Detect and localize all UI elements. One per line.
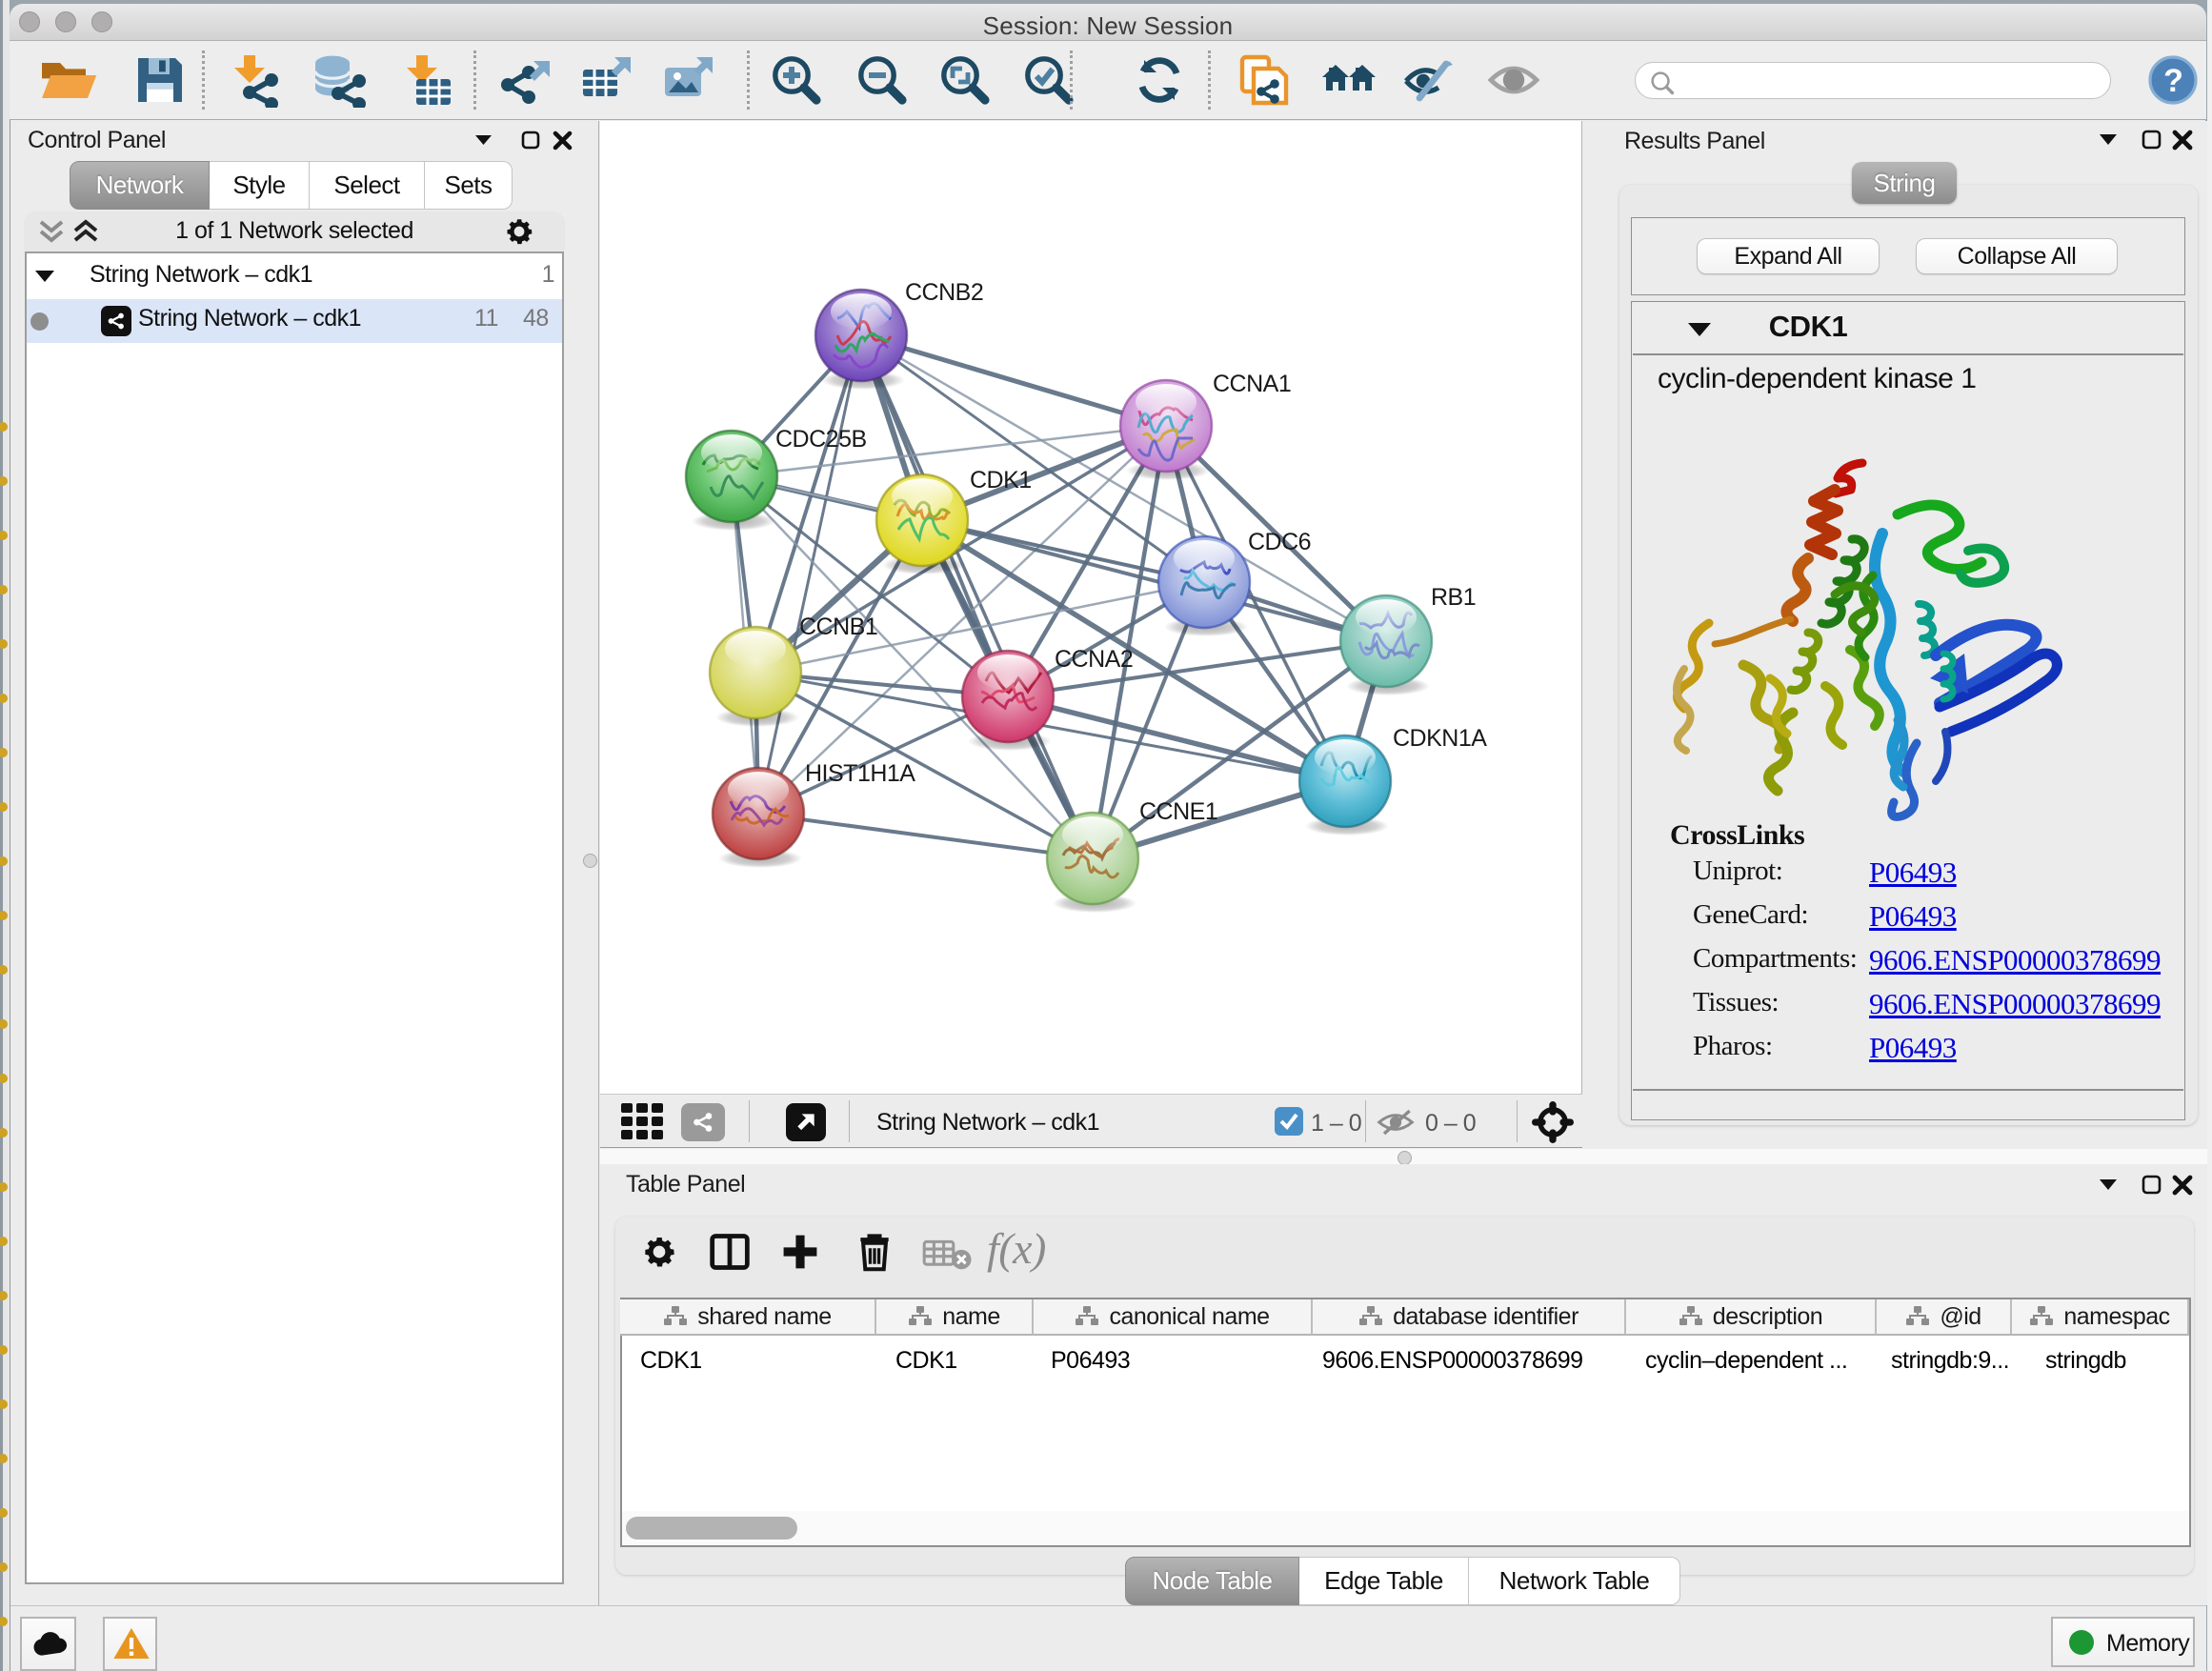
svg-text:CDC25B: CDC25B — [775, 426, 867, 453]
svg-text:CCNA1: CCNA1 — [1213, 371, 1291, 397]
svg-text:CCNB2: CCNB2 — [905, 279, 983, 306]
svg-text:?: ? — [2163, 63, 2182, 99]
svg-text:CCNB1: CCNB1 — [799, 614, 877, 640]
svg-text:CCNA2: CCNA2 — [1055, 646, 1133, 673]
svg-text:CDKN1A: CDKN1A — [1393, 725, 1487, 752]
svg-text:CDK1: CDK1 — [970, 467, 1032, 493]
svg-text:CCNE1: CCNE1 — [1139, 798, 1217, 825]
svg-text:HIST1H1A: HIST1H1A — [805, 760, 915, 787]
svg-text:CDC6: CDC6 — [1248, 529, 1311, 555]
svg-text:RB1: RB1 — [1431, 584, 1476, 611]
